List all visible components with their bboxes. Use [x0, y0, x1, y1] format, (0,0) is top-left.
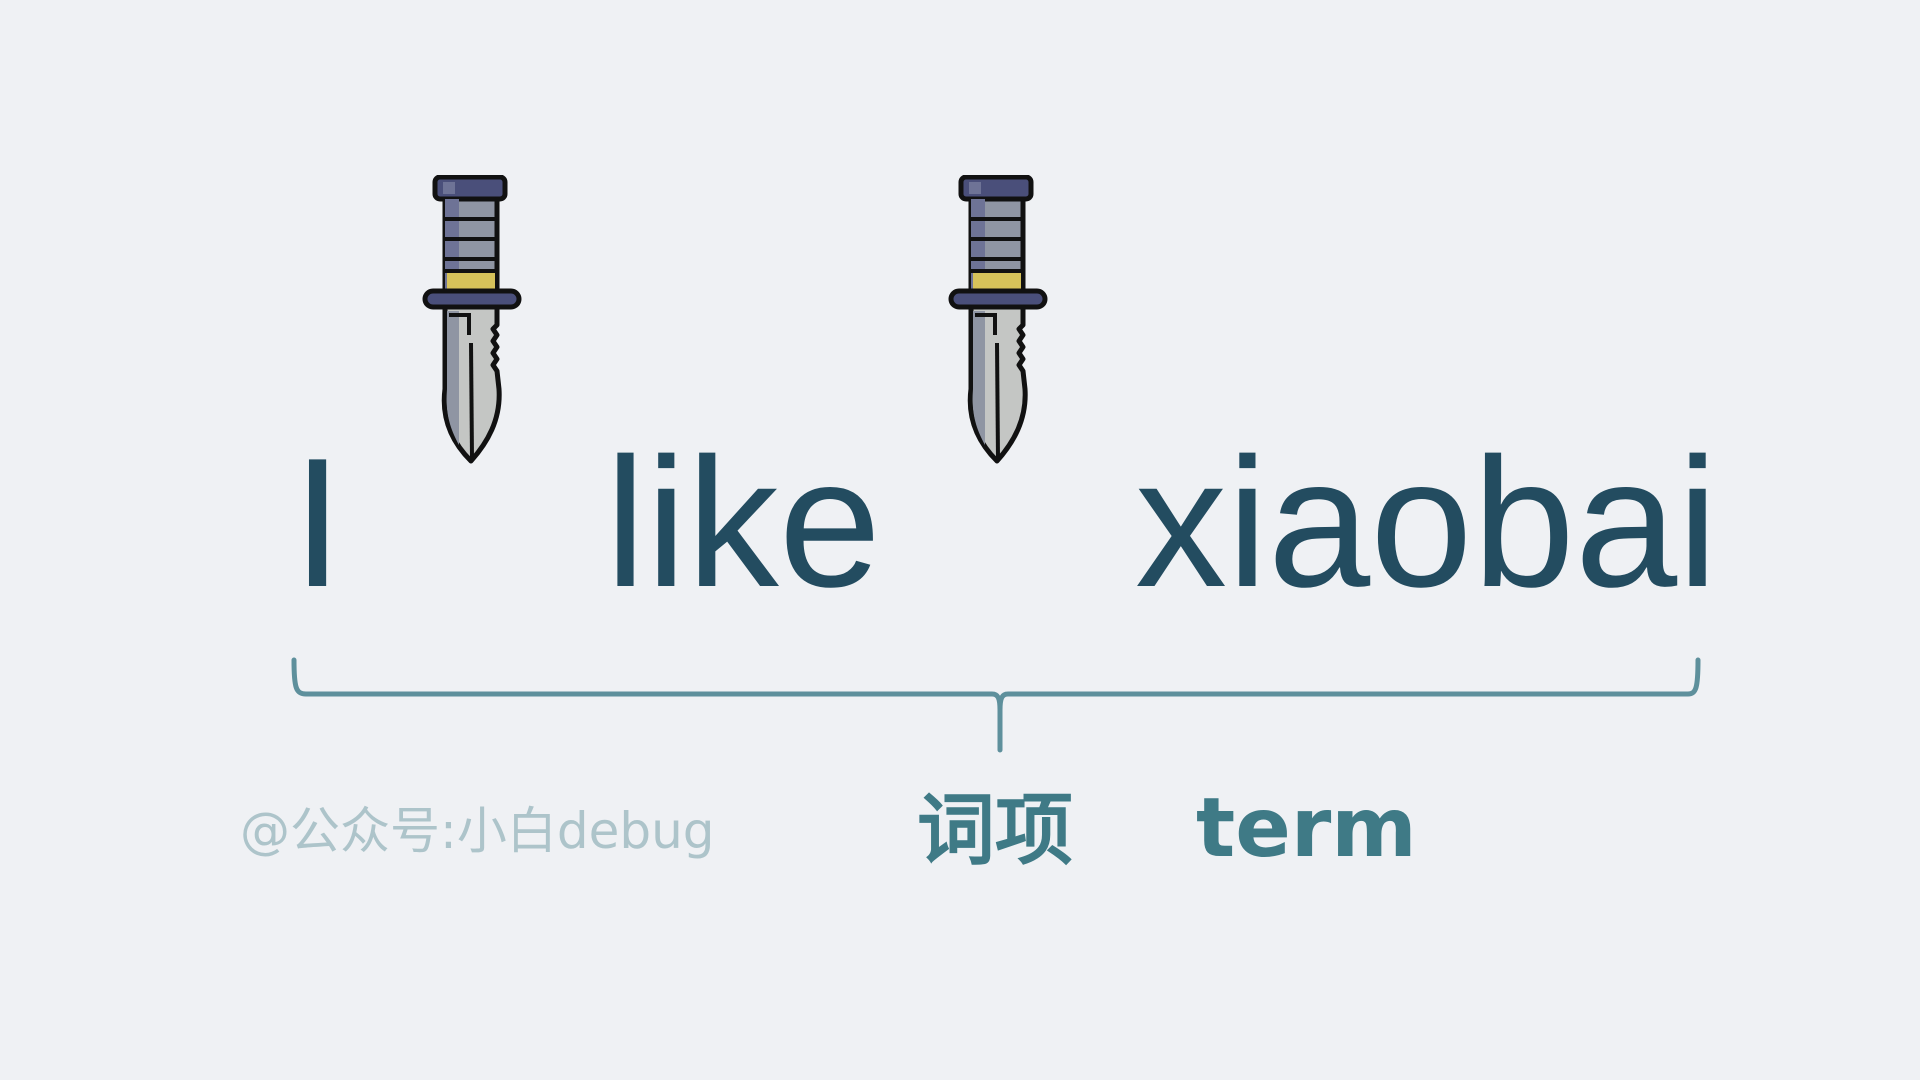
word-like: like [605, 419, 882, 625]
curly-brace-icon [291, 657, 1701, 753]
word-i: I [292, 419, 344, 625]
term-label-chinese: 词项 [917, 786, 1074, 876]
knife-icon [943, 175, 1053, 465]
watermark-text: @公众号:小白debug [240, 802, 715, 860]
knife-icon [417, 175, 527, 465]
term-label-english: term [1196, 781, 1417, 876]
word-xiaobai: xiaobai [1135, 419, 1719, 625]
